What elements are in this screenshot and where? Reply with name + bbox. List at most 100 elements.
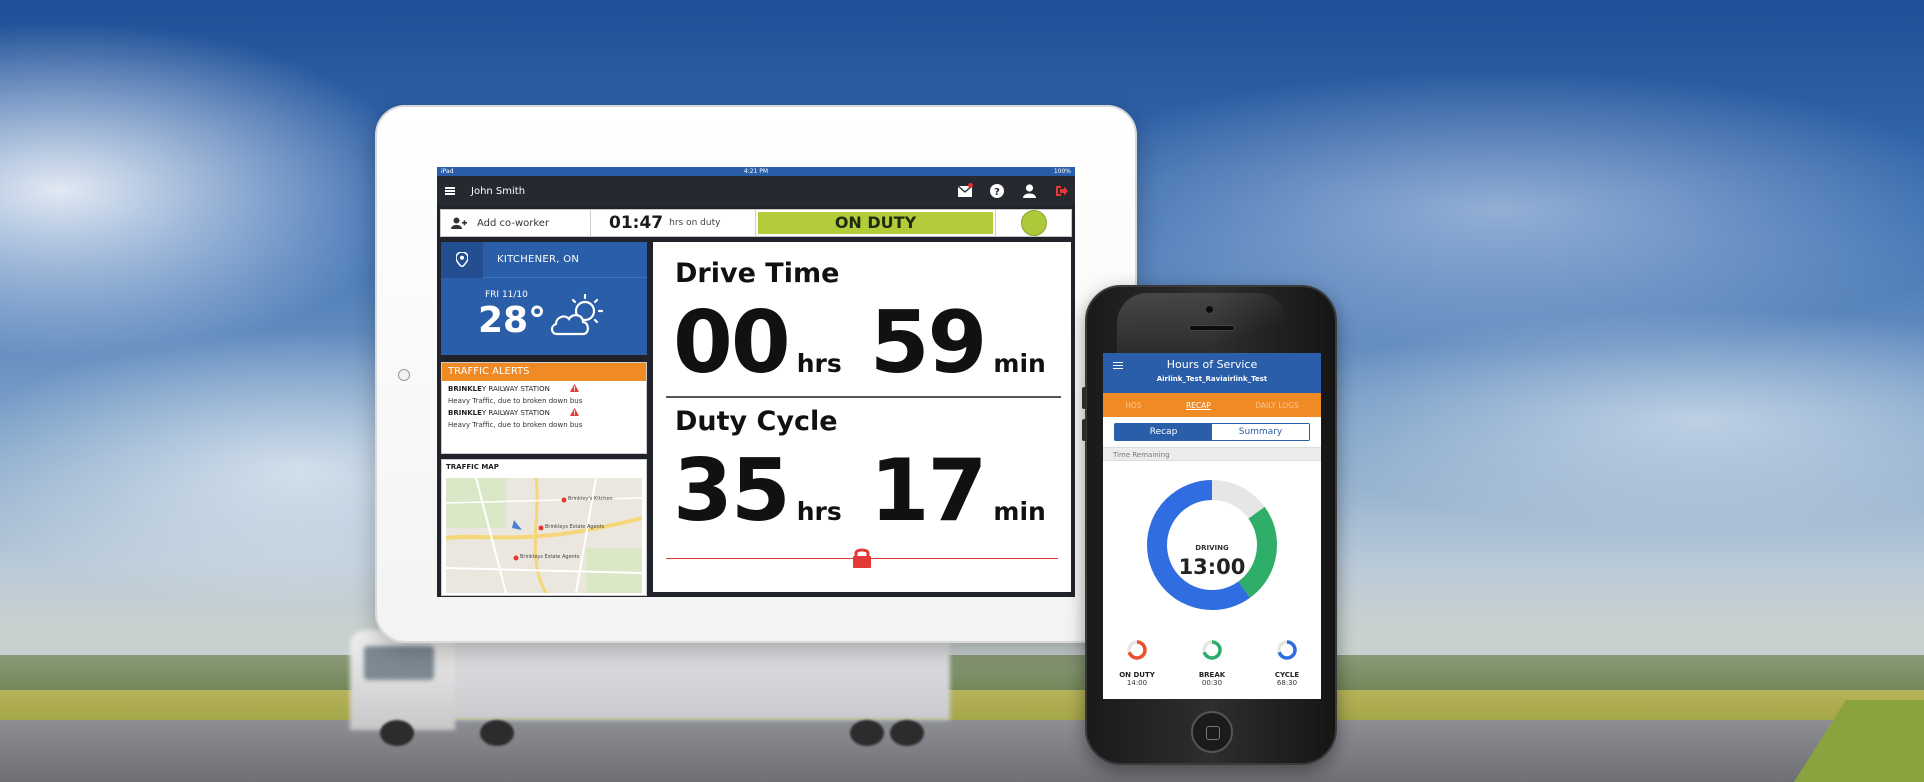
mini-value: 68:30: [1276, 679, 1298, 687]
lock-icon[interactable]: [851, 546, 873, 568]
messages-icon[interactable]: [957, 183, 973, 199]
weather-location: KITCHENER, ON: [497, 254, 580, 265]
front-camera: [1205, 305, 1214, 314]
mini-label: CYCLE: [1274, 671, 1300, 679]
donut-value: 13:00: [1178, 555, 1246, 579]
tablet-device: iPad 4:21 PM 100% John Smith ? Add co-wo…: [375, 105, 1137, 643]
traffic-alerts-title: TRAFFIC ALERTS: [442, 363, 646, 381]
truck-wheel: [890, 720, 924, 746]
traffic-map[interactable]: Brinkley's Kitchen Brinkleys Estate Agen…: [446, 478, 642, 593]
warning-icon: [570, 408, 579, 416]
status-time: 4:21 PM: [743, 168, 769, 175]
truck-wheel: [850, 720, 884, 746]
add-user-icon: [451, 217, 467, 229]
mini-label: BREAK: [1198, 671, 1226, 679]
profile-icon[interactable]: [1021, 183, 1037, 199]
hours-on-duty: 01:47 hrs on duty: [591, 210, 756, 236]
tab-recap[interactable]: RECAP: [1186, 401, 1211, 410]
ios-status-bar: iPad 4:21 PM 100%: [437, 167, 1075, 176]
break-ring: [1202, 640, 1222, 660]
time-remaining-label: Time Remaining: [1103, 447, 1321, 461]
segment-recap[interactable]: Recap: [1115, 424, 1212, 440]
add-coworker-label: Add co-worker: [477, 217, 550, 229]
map-label: Brinkley's Kitchen: [568, 496, 613, 502]
status-carrier: iPad: [441, 168, 454, 175]
duty-cycle-minutes-unit: min: [993, 497, 1046, 526]
duty-cycle-value: 35 hrs 17 min: [673, 448, 1074, 534]
segmented-control: Recap Summary: [1114, 423, 1310, 441]
status-battery: 100%: [1053, 168, 1071, 175]
hours-card: Drive Time 00 hrs 59 min Duty Cycle 35 h…: [653, 242, 1071, 592]
phone-device: Hours of Service Airlink_Test_Raviairlin…: [1082, 285, 1337, 765]
duty-cycle-label: Duty Cycle: [675, 406, 838, 437]
warning-icon: [570, 384, 579, 392]
help-icon[interactable]: ?: [989, 183, 1005, 199]
add-coworker-button[interactable]: Add co-worker: [441, 210, 591, 236]
home-button[interactable]: [1191, 711, 1233, 753]
traffic-alerts-card: TRAFFIC ALERTS BRINKLEY RAILWAY STATION …: [441, 362, 647, 454]
hours-on-duty-label: hrs on duty: [669, 218, 721, 228]
phone-title: Hours of Service: [1166, 358, 1258, 371]
mini-cycle: CYCLE 68:30: [1259, 639, 1315, 687]
partly-cloudy-icon: [550, 294, 604, 336]
traffic-map-title: TRAFFIC MAP: [446, 463, 499, 471]
alert-station: BRINKLEY RAILWAY STATION: [448, 385, 550, 393]
volume-button: [1082, 387, 1086, 409]
mini-break: BREAK 00:30: [1184, 639, 1240, 687]
tab-hos[interactable]: HOS: [1125, 401, 1141, 410]
recap-body: DRIVING 13:00 ON DUTY 14:00 BREAK 00:30 …: [1103, 461, 1321, 699]
phone-tabs: HOS RECAP DAILY LOGS: [1103, 393, 1321, 417]
segment-bar: Recap Summary: [1103, 417, 1321, 447]
phone-subtitle: Airlink_Test_Raviairlink_Test: [1156, 375, 1268, 383]
alert-description: Heavy Traffic, due to broken down bus: [448, 421, 583, 429]
on-duty-button[interactable]: ON DUTY: [758, 212, 993, 234]
mini-value: 00:30: [1201, 679, 1223, 687]
volume-button: [1082, 419, 1086, 441]
mini-label: ON DUTY: [1119, 671, 1155, 679]
traffic-map-card: TRAFFIC MAP Brinkley's Kitchen Brinkleys…: [441, 459, 647, 596]
alert-station: BRINKLEY RAILWAY STATION: [448, 409, 550, 417]
duty-status: ON DUTY: [756, 210, 996, 236]
svg-text:?: ?: [994, 187, 1000, 198]
truck-cab: [350, 630, 455, 730]
cycle-ring: [1277, 640, 1297, 660]
donut-label: DRIVING: [1195, 544, 1229, 552]
left-panel: KITCHENER, ON FRI 11/10 28° TRAFFIC ALER…: [441, 241, 647, 596]
logout-icon[interactable]: [1053, 183, 1069, 199]
mini-on-duty: ON DUTY 14:00: [1109, 639, 1165, 687]
notification-badge: [968, 183, 973, 188]
weather-date: FRI 11/10: [485, 290, 528, 300]
drive-time-value: 00 hrs 59 min: [673, 300, 1074, 386]
earpiece: [1189, 325, 1235, 331]
app-nav-bar: John Smith ?: [437, 176, 1075, 206]
menu-icon[interactable]: [445, 187, 455, 195]
traffic-alert-item[interactable]: BRINKLEY RAILWAY STATION Heavy Traffic, …: [442, 381, 646, 405]
section-divider: [666, 396, 1061, 398]
map-label: Brinkleys Estate Agents: [545, 524, 605, 530]
tablet-screen: iPad 4:21 PM 100% John Smith ? Add co-wo…: [437, 167, 1075, 597]
weather-temperature: 28°: [478, 300, 547, 341]
user-name: John Smith: [471, 185, 526, 197]
location-pin-icon: [441, 241, 483, 278]
segment-summary[interactable]: Summary: [1212, 424, 1309, 440]
weather-card: KITCHENER, ON FRI 11/10 28°: [441, 241, 647, 355]
duty-cycle-hours-unit: hrs: [796, 497, 842, 526]
phone-screen: Hours of Service Airlink_Test_Raviairlin…: [1103, 353, 1321, 699]
drive-time-minutes: 59: [869, 293, 988, 393]
traffic-alert-item[interactable]: BRINKLEY RAILWAY STATION Heavy Traffic, …: [442, 405, 646, 429]
status-dot[interactable]: [1020, 210, 1047, 236]
truck-wheel: [380, 720, 414, 746]
drive-time-hours-unit: hrs: [796, 349, 842, 378]
duty-cycle-hours: 35: [673, 441, 791, 541]
driving-donut: DRIVING 13:00: [1142, 475, 1282, 615]
road: [0, 720, 1924, 782]
tab-daily-logs[interactable]: DAILY LOGS: [1255, 401, 1299, 410]
drive-time-minutes-unit: min: [993, 349, 1046, 378]
mini-value: 14:00: [1126, 679, 1148, 687]
status-indicator: [996, 210, 1071, 236]
map-label: Brinkleys Estate Agents: [520, 554, 580, 560]
tree-line: [0, 655, 1924, 695]
phone-header: Hours of Service Airlink_Test_Raviairlin…: [1103, 353, 1321, 393]
truck-wheel: [480, 720, 514, 746]
duty-toolbar: Add co-worker 01:47 hrs on duty ON DUTY: [440, 209, 1072, 237]
